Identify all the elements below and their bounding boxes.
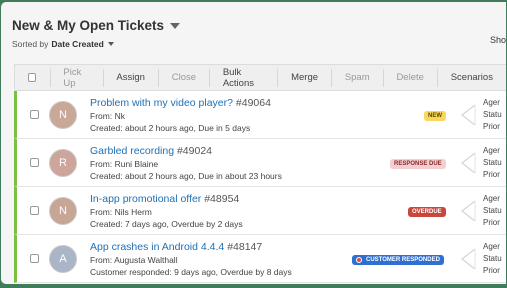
- avatar: A: [49, 245, 77, 273]
- ticket-subject-link[interactable]: App crashes in Android 4.4.4: [90, 241, 224, 253]
- select-all-checkbox[interactable]: [28, 73, 36, 82]
- status-label: Statu: [483, 254, 502, 263]
- requester-name: Nils Herm: [114, 207, 152, 217]
- status-label: Statu: [483, 110, 502, 119]
- status-badge: CUSTOMER RESPONDED: [352, 255, 444, 265]
- requester-name: Nk: [114, 111, 125, 121]
- chevron-down-icon: [170, 22, 181, 29]
- ticket-row[interactable]: N In-app promotional offer #48954 From: …: [14, 187, 506, 235]
- ticket-preview-icon: [461, 152, 476, 174]
- from-label: From:: [90, 207, 113, 217]
- from-label: From:: [90, 255, 113, 265]
- show-link[interactable]: Sho: [490, 35, 506, 45]
- ticket-checkbox[interactable]: [30, 110, 39, 119]
- ticket-properties: Ager Statu Prior: [483, 145, 502, 181]
- avatar: N: [49, 197, 77, 225]
- ticket-checkbox[interactable]: [30, 254, 39, 263]
- sorted-by-value: Date Created: [51, 39, 104, 49]
- bulk-actions-button[interactable]: Bulk Actions: [210, 67, 277, 89]
- status-label: Statu: [483, 158, 502, 167]
- status-badge: OVERDUE: [408, 207, 446, 217]
- ticket-row[interactable]: R Garbled recording #49024 From: Runi Bl…: [14, 139, 506, 187]
- agent-label: Ager: [483, 242, 500, 251]
- priority-label: Prior: [483, 122, 500, 131]
- alert-dot-icon: [356, 257, 362, 263]
- avatar: R: [49, 149, 77, 177]
- ticket-number: #48954: [204, 193, 240, 205]
- ticket-view-window: New & My Open Tickets Sorted by Date Cre…: [1, 2, 506, 284]
- assign-button[interactable]: Assign: [103, 72, 158, 83]
- ticket-checkbox[interactable]: [30, 206, 39, 215]
- status-label: Statu: [483, 206, 502, 215]
- status-badge-label: CUSTOMER RESPONDED: [366, 257, 440, 263]
- ticket-number: #49024: [176, 145, 213, 157]
- ticket-preview-icon: [461, 104, 476, 126]
- chevron-down-icon: [107, 42, 114, 46]
- ticket-row[interactable]: A App crashes in Android 4.4.4 #48147 Fr…: [14, 235, 506, 283]
- from-label: From:: [90, 159, 113, 169]
- ticket-properties: Ager Statu Prior: [483, 97, 502, 133]
- from-label: From:: [90, 111, 113, 121]
- ticket-number: #48147: [227, 241, 263, 253]
- status-badge: NEW: [424, 111, 446, 121]
- ticket-subject-link[interactable]: Garbled recording: [90, 145, 174, 157]
- ticket-preview-icon: [461, 200, 476, 222]
- priority-label: Prior: [483, 170, 500, 179]
- priority-label: Prior: [483, 266, 500, 275]
- sort-dropdown[interactable]: Sorted by Date Created: [12, 39, 180, 49]
- agent-label: Ager: [483, 194, 500, 203]
- ticket-meta: Created: 7 days ago, Overdue by 2 days: [90, 219, 243, 229]
- sorted-by-label: Sorted by: [12, 39, 49, 49]
- delete-button[interactable]: Delete: [383, 72, 436, 83]
- pick-up-button[interactable]: Pick Up: [50, 67, 102, 89]
- view-title: New & My Open Tickets: [12, 18, 165, 33]
- status-badge: RESPONSE DUE: [390, 159, 446, 169]
- ticket-checkbox[interactable]: [30, 158, 39, 167]
- ticket-row[interactable]: N Problem with my video player? #49064 F…: [14, 91, 506, 139]
- view-header: New & My Open Tickets Sorted by Date Cre…: [12, 18, 181, 49]
- ticket-meta: Created: about 2 hours ago, Due in about…: [90, 171, 282, 181]
- bulk-toolbar: Pick Up Assign Close Bulk Actions Merge …: [14, 64, 506, 91]
- close-button[interactable]: Close: [159, 72, 209, 83]
- ticket-number: #49064: [235, 97, 271, 109]
- ticket-meta: Created: about 2 hours ago, Due in 5 day…: [90, 123, 251, 133]
- avatar: N: [49, 101, 77, 129]
- ticket-subject-link[interactable]: In-app promotional offer: [90, 193, 201, 205]
- requester-name: Runi Blaine: [114, 159, 159, 169]
- agent-label: Ager: [483, 146, 500, 155]
- priority-label: Prior: [483, 218, 500, 227]
- ticket-preview-icon: [461, 248, 476, 270]
- requester-name: Augusta Walthall: [114, 255, 178, 265]
- ticket-subject-link[interactable]: Problem with my video player?: [90, 97, 233, 109]
- ticket-properties: Ager Statu Prior: [483, 193, 502, 229]
- spam-button[interactable]: Spam: [332, 72, 383, 83]
- view-title-dropdown[interactable]: New & My Open Tickets: [12, 18, 181, 33]
- merge-button[interactable]: Merge: [278, 72, 331, 83]
- ticket-properties: Ager Statu Prior: [483, 241, 502, 277]
- ticket-meta: Customer responded: 9 days ago, Overdue …: [90, 267, 292, 277]
- agent-label: Ager: [483, 98, 500, 107]
- scenarios-button[interactable]: Scenarios: [438, 72, 506, 83]
- ticket-list: N Problem with my video player? #49064 F…: [14, 91, 506, 283]
